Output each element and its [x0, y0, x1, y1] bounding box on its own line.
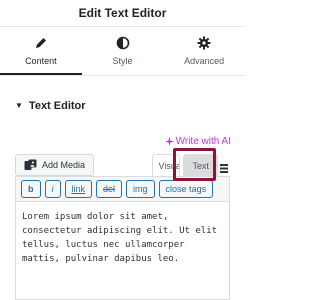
- panel-header: Edit Text Editor: [0, 0, 245, 26]
- section-toggle-text-editor[interactable]: ▼ Text Editor: [15, 100, 86, 112]
- quicktag-link-button[interactable]: link: [64, 180, 93, 198]
- tab-style[interactable]: Style: [82, 27, 164, 75]
- editor-toolbar: Add Media Visual Text: [15, 148, 230, 181]
- gear-icon: [197, 36, 211, 50]
- tab-content[interactable]: Content: [0, 27, 82, 75]
- quicktag-close-tags-button[interactable]: close tags: [158, 180, 214, 198]
- caret-down-icon: ▼: [15, 101, 23, 110]
- quicktag-img-button[interactable]: img: [126, 180, 155, 198]
- quicktag-bold-button[interactable]: b: [21, 180, 41, 198]
- quicktag-italic-button[interactable]: i: [44, 180, 61, 198]
- add-media-button[interactable]: Add Media: [15, 154, 95, 176]
- editor-textarea[interactable]: Lorem ipsum dolor sit amet, consectetur …: [15, 202, 230, 300]
- tab-content-label: Content: [25, 56, 57, 66]
- text-editor: Add Media Visual Text b i link del img c: [15, 148, 230, 300]
- toolbar-overflow-icon: [220, 160, 230, 176]
- panel-tabs: Content Style Advanced: [0, 26, 245, 76]
- tab-style-label: Style: [112, 56, 133, 66]
- half-circle-icon: [116, 36, 129, 50]
- add-media-label: Add Media: [42, 160, 86, 170]
- tab-advanced-label: Advanced: [184, 56, 225, 66]
- sparkle-icon: [164, 137, 174, 146]
- panel-title: Edit Text Editor: [78, 6, 167, 20]
- text-tab-highlight: [173, 148, 216, 181]
- tab-advanced[interactable]: Advanced: [163, 27, 245, 75]
- quicktag-del-button[interactable]: del: [96, 180, 123, 198]
- pencil-icon: [35, 38, 46, 48]
- media-icon: [24, 159, 37, 170]
- write-with-ai-label: Write with AI: [175, 136, 231, 147]
- write-with-ai-button[interactable]: Write with AI: [164, 136, 231, 147]
- section-title: Text Editor: [28, 100, 86, 112]
